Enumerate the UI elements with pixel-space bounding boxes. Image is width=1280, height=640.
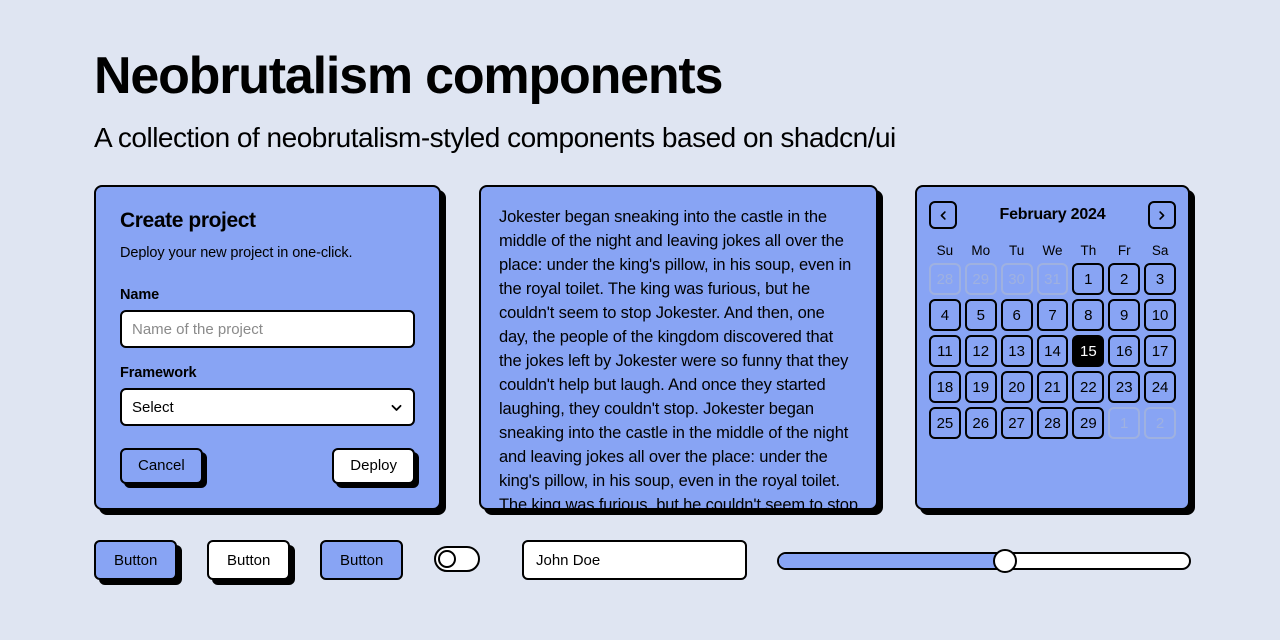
scroll-text-card[interactable]: Jokester began sneaking into the castle … (479, 185, 878, 510)
framework-select-value: Select (132, 398, 174, 416)
calendar-day[interactable]: 1 (1072, 263, 1105, 295)
slider-track[interactable] (777, 552, 1191, 570)
calendar-day[interactable]: 22 (1072, 371, 1105, 403)
deploy-button[interactable]: Deploy (332, 447, 415, 484)
calendar-day[interactable]: 15 (1072, 335, 1105, 367)
calendar-day[interactable]: 2 (1144, 407, 1176, 439)
calendar-weekday-fr: Fr (1117, 243, 1131, 258)
slider-fill (779, 554, 1005, 568)
calendar-day[interactable]: 29 (964, 263, 997, 295)
calendar-day[interactable]: 26 (964, 407, 997, 439)
create-project-card: Create project Deploy your new project i… (94, 185, 441, 510)
calendar-day[interactable]: 17 (1144, 335, 1176, 367)
calendar-weekday-mo: Mo (971, 243, 991, 258)
chevron-down-icon (390, 401, 403, 414)
calendar-header: February 2024 (929, 201, 1176, 229)
name-input[interactable]: Name of the project (120, 310, 415, 348)
calendar-day[interactable]: 13 (1000, 335, 1033, 367)
calendar-day[interactable]: 9 (1108, 299, 1141, 331)
calendar-day[interactable]: 14 (1036, 335, 1069, 367)
component-showcase-row: Button Button Button John Doe (94, 540, 1194, 582)
name-text-input-value: John Doe (536, 551, 601, 569)
calendar-weekday-row: Su Mo Tu We Th Fr Sa (929, 243, 1176, 263)
calendar-weekday-tu: Tu (1009, 243, 1025, 258)
calendar-day[interactable]: 11 (929, 335, 961, 367)
calendar-next-button[interactable] (1147, 201, 1176, 229)
slider[interactable] (777, 549, 1191, 573)
calendar-day[interactable]: 3 (1144, 263, 1176, 295)
calendar-day[interactable]: 10 (1144, 299, 1176, 331)
showcase-button-flat[interactable]: Button (320, 540, 404, 580)
framework-select[interactable]: Select (120, 388, 415, 426)
calendar-day[interactable]: 28 (929, 263, 961, 295)
calendar-day[interactable]: 24 (1144, 371, 1176, 403)
calendar-weekday-we: We (1042, 243, 1063, 258)
calendar-day[interactable]: 18 (929, 371, 961, 403)
calendar-day[interactable]: 5 (964, 299, 997, 331)
calendar-day[interactable]: 12 (964, 335, 997, 367)
scroll-text-body: Jokester began sneaking into the castle … (499, 208, 858, 510)
calendar-weekday-su: Su (936, 243, 954, 258)
toggle-switch[interactable] (434, 546, 480, 572)
calendar-weekday-th: Th (1080, 243, 1097, 258)
calendar-day[interactable]: 8 (1072, 299, 1105, 331)
calendar-day[interactable]: 20 (1000, 371, 1033, 403)
create-project-actions: Cancel Deploy (120, 447, 415, 484)
cancel-button[interactable]: Cancel (120, 447, 203, 484)
name-field-label: Name (120, 287, 160, 303)
name-input-placeholder: Name of the project (132, 320, 263, 338)
toggle-switch-knob (438, 550, 456, 568)
calendar-day[interactable]: 2 (1108, 263, 1141, 295)
calendar-month-label: February 2024 (999, 206, 1106, 223)
chevron-left-icon (938, 210, 949, 221)
calendar-day[interactable]: 16 (1108, 335, 1141, 367)
calendar-day[interactable]: 23 (1108, 371, 1141, 403)
name-text-input[interactable]: John Doe (522, 540, 747, 580)
page-root: Neobrutalism components A collection of … (0, 0, 1280, 640)
calendar-day[interactable]: 1 (1108, 407, 1141, 439)
page-title: Neobrutalism components (94, 47, 723, 105)
chevron-right-icon (1156, 210, 1167, 221)
calendar-day[interactable]: 7 (1036, 299, 1069, 331)
page-subtitle: A collection of neobrutalism-styled comp… (94, 122, 896, 153)
calendar-day[interactable]: 27 (1000, 407, 1033, 439)
create-project-title: Create project (120, 209, 256, 232)
calendar-weekday-sa: Sa (1151, 243, 1169, 258)
calendar-day[interactable]: 19 (964, 371, 997, 403)
calendar-day[interactable]: 29 (1072, 407, 1105, 439)
calendar-card: February 2024 Su Mo Tu We Th Fr Sa 28 29 30 31 1 2 3… (915, 185, 1190, 510)
calendar-day[interactable]: 30 (1000, 263, 1033, 295)
calendar-prev-button[interactable] (929, 201, 957, 229)
create-project-description: Deploy your new project in one-click. (120, 245, 353, 261)
calendar-day[interactable]: 6 (1000, 299, 1033, 331)
calendar-day[interactable]: 31 (1036, 263, 1069, 295)
showcase-button-neutral[interactable]: Button (207, 540, 291, 580)
showcase-button-default[interactable]: Button (94, 540, 178, 580)
calendar-day[interactable]: 25 (929, 407, 961, 439)
calendar-day[interactable]: 4 (929, 299, 961, 331)
calendar-day[interactable]: 21 (1036, 371, 1069, 403)
calendar-day[interactable]: 28 (1036, 407, 1069, 439)
slider-thumb[interactable] (992, 549, 1017, 573)
framework-field-label: Framework (120, 365, 197, 381)
calendar-day-grid: 28 29 30 31 1 2 3 4 5 6 7 8 9 10 11 12 13 14 15 16 17 18 19 20 2… (929, 263, 1176, 439)
